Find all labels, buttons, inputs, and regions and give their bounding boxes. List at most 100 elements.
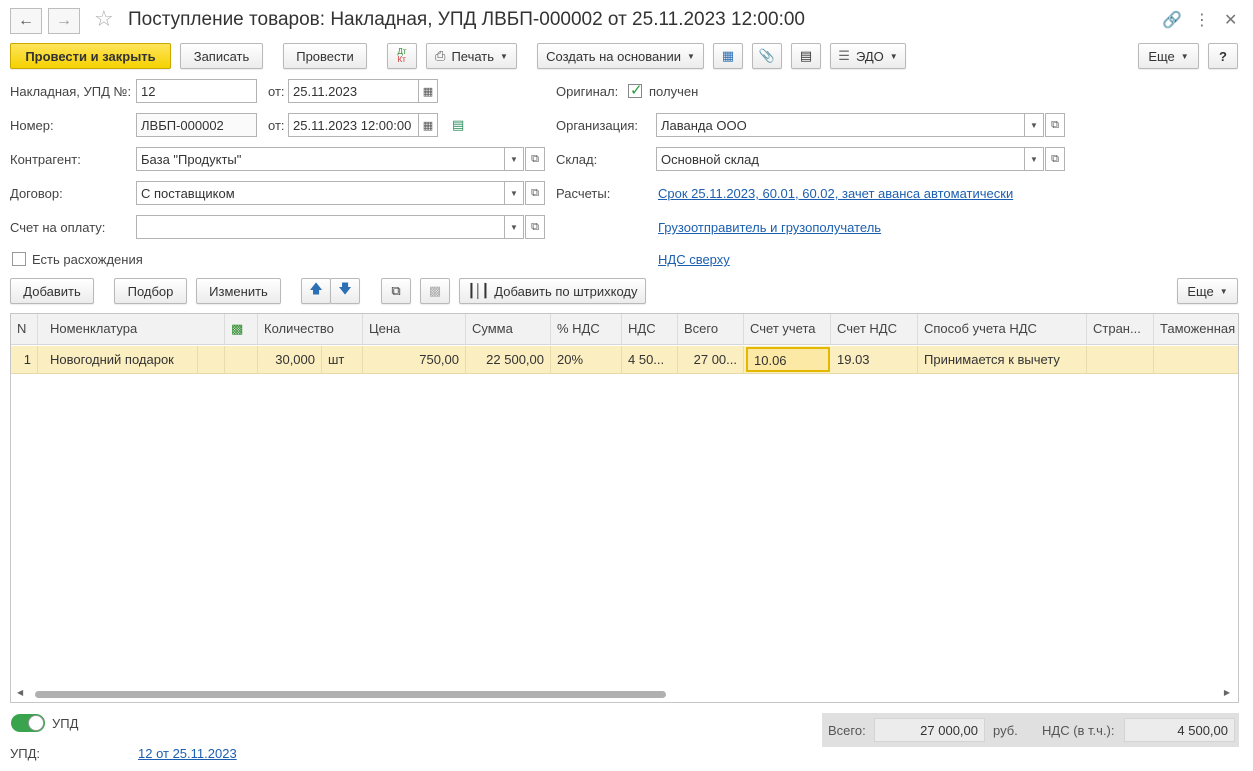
upd-toggle-label: УПД	[52, 716, 79, 731]
open-icon[interactable]: ⧉	[1045, 147, 1065, 171]
contractor-field[interactable]: База "Продукты"	[136, 147, 505, 171]
back-button[interactable]: ←	[10, 8, 42, 34]
create-based-on-button[interactable]: Создать на основании ▼	[537, 43, 704, 69]
open-icon[interactable]: ⧉	[525, 147, 545, 171]
col-price[interactable]: Цена	[363, 314, 466, 344]
checkmark-icon: ✓	[630, 82, 643, 99]
copy-row-button[interactable]: ⧉	[381, 278, 411, 304]
edo-button[interactable]: ☰ ЭДО ▼	[830, 43, 906, 69]
open-icon[interactable]: ⧉	[525, 215, 545, 239]
col-vat[interactable]: НДС	[622, 314, 678, 344]
upd-label: УПД:	[10, 746, 41, 761]
goods-table[interactable]: N Номенклатура ▩ Количество Цена Сумма %…	[10, 313, 1239, 703]
more-button[interactable]: Еще ▼	[1138, 43, 1199, 69]
star-icon[interactable]: ☆	[94, 6, 114, 32]
toggle-knob	[28, 715, 44, 731]
attach-button[interactable]: 📎	[752, 43, 782, 69]
chevron-down-icon[interactable]: ▼	[504, 181, 524, 205]
organization-field[interactable]: Лаванда ООО	[656, 113, 1025, 137]
col-vat-method[interactable]: Способ учета НДС	[918, 314, 1087, 344]
shipper-consignee-link[interactable]: Грузоотправитель и грузополучатель	[658, 220, 881, 235]
discrepancies-checkbox[interactable]	[12, 252, 26, 266]
chevron-down-icon[interactable]: ▼	[1024, 147, 1044, 171]
col-sum[interactable]: Сумма	[466, 314, 551, 344]
open-icon[interactable]: ⧉	[525, 181, 545, 205]
report-button[interactable]: ▤	[791, 43, 821, 69]
col-customs[interactable]: Таможенная	[1154, 314, 1238, 344]
upd-link[interactable]: 12 от 25.11.2023	[138, 746, 237, 761]
link-icon[interactable]: 🔗	[1162, 10, 1182, 30]
doc-date-label: от:	[268, 118, 285, 133]
doc-datetime-field[interactable]: 25.11.2023 12:00:00	[288, 113, 419, 137]
original-received-checkbox[interactable]: ✓	[628, 82, 643, 99]
selection-button[interactable]: Подбор	[114, 278, 187, 304]
help-button[interactable]: ?	[1208, 43, 1238, 69]
col-marking[interactable]: ▩	[225, 314, 258, 344]
settlements-link[interactable]: Срок 25.11.2023, 60.01, 60.02, зачет ава…	[658, 186, 1013, 201]
chevron-down-icon[interactable]: ▼	[1024, 113, 1044, 137]
post-and-close-button[interactable]: Провести и закрыть	[10, 43, 171, 69]
row-vat[interactable]: 4 50...	[622, 346, 678, 373]
open-icon[interactable]: ⧉	[1045, 113, 1065, 137]
row-quantity[interactable]: 30,000	[258, 346, 322, 373]
row-account[interactable]: 10.06	[746, 347, 830, 372]
post-button[interactable]: Провести	[283, 43, 367, 69]
number-field[interactable]: ЛВБП-000002	[136, 113, 257, 137]
structure-button[interactable]: ▦	[713, 43, 743, 69]
col-account[interactable]: Счет учета	[744, 314, 831, 344]
scrollbar-thumb[interactable]	[35, 691, 666, 698]
table-header: N Номенклатура ▩ Количество Цена Сумма %…	[11, 314, 1238, 345]
invoice-number-field[interactable]: 12	[136, 79, 257, 103]
col-total[interactable]: Всего	[678, 314, 744, 344]
print-button[interactable]: ⎙ Печать ▼	[426, 43, 517, 69]
warehouse-field[interactable]: Основной склад	[656, 147, 1025, 171]
horizontal-scrollbar[interactable]: ◀ ▶	[11, 686, 1238, 702]
chevron-down-icon[interactable]: ▼	[504, 147, 524, 171]
col-n[interactable]: N	[11, 314, 38, 344]
row-country[interactable]	[1087, 346, 1154, 373]
scroll-right-icon[interactable]: ▶	[1224, 688, 1230, 697]
scroll-left-icon[interactable]: ◀	[17, 688, 23, 697]
vat-on-top-link[interactable]: НДС сверху	[658, 252, 730, 267]
row-customs[interactable]	[1154, 346, 1238, 373]
contract-label: Договор:	[10, 186, 63, 201]
col-country[interactable]: Стран...	[1087, 314, 1154, 344]
pay-invoice-field[interactable]	[136, 215, 505, 239]
col-vat-account[interactable]: Счет НДС	[831, 314, 918, 344]
row-unit[interactable]: шт	[322, 346, 363, 373]
table-row[interactable]: 1 Новогодний подарок 30,000 шт 750,00 22…	[11, 346, 1238, 374]
row-vat-rate[interactable]: 20%	[551, 346, 622, 373]
upd-toggle[interactable]	[11, 714, 45, 732]
calendar-icon[interactable]: ▦	[418, 79, 438, 103]
row-nomenclature[interactable]: Новогодний подарок	[44, 346, 198, 373]
row-total[interactable]: 27 00...	[678, 346, 744, 373]
edit-history-icon[interactable]: ▤	[452, 117, 464, 133]
row-vat-account[interactable]: 19.03	[831, 346, 918, 373]
add-by-barcode-button[interactable]: ┃│┃ Добавить по штрихкоду	[459, 278, 646, 304]
invoice-date-field[interactable]: 25.11.2023	[288, 79, 419, 103]
add-row-button[interactable]: Добавить	[10, 278, 94, 304]
dt-kt-icon: Дт Кт	[397, 47, 407, 64]
row-number: 1	[11, 346, 38, 373]
save-button[interactable]: Записать	[180, 43, 263, 69]
paste-button[interactable]: ▩	[420, 278, 450, 304]
chevron-down-icon[interactable]: ▼	[504, 215, 524, 239]
close-icon[interactable]: ✕	[1224, 10, 1237, 30]
move-down-button[interactable]: 🡇	[330, 278, 360, 304]
kebab-menu-icon[interactable]: ⋮	[1194, 10, 1210, 30]
col-nomenclature[interactable]: Номенклатура	[44, 314, 225, 344]
table-more-button[interactable]: Еще ▼	[1177, 278, 1238, 304]
barcode-icon: ┃│┃	[467, 283, 490, 298]
row-price[interactable]: 750,00	[363, 346, 466, 373]
row-vat-method[interactable]: Принимается к вычету	[918, 346, 1087, 373]
forward-button[interactable]: →	[48, 8, 80, 34]
received-label: получен	[649, 84, 699, 99]
contract-field[interactable]: С поставщиком	[136, 181, 505, 205]
dt-kt-button[interactable]: Дт Кт	[387, 43, 417, 69]
move-up-button[interactable]: 🡅	[301, 278, 331, 304]
col-quantity[interactable]: Количество	[258, 314, 363, 344]
change-button[interactable]: Изменить	[196, 278, 281, 304]
col-vat-rate[interactable]: % НДС	[551, 314, 622, 344]
row-sum[interactable]: 22 500,00	[466, 346, 551, 373]
calendar-icon[interactable]: ▦	[418, 113, 438, 137]
